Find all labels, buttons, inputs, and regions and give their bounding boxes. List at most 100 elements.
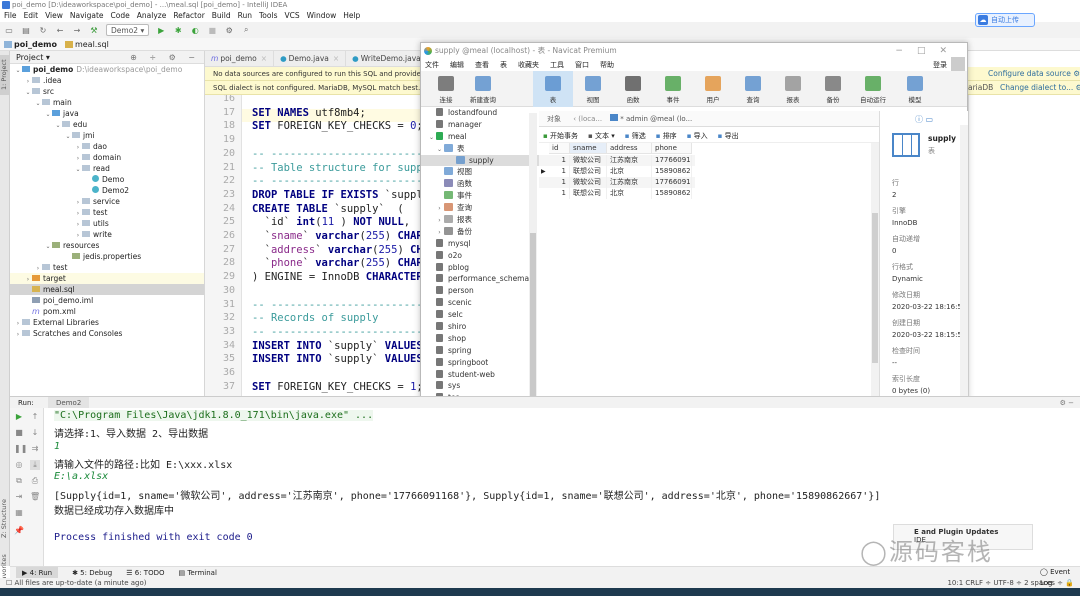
- bottom-tab-todo[interactable]: ☰ 6: TODO: [126, 567, 164, 578]
- menu-navigate[interactable]: Navigate: [70, 10, 104, 22]
- navicat-menu-item[interactable]: 文件: [425, 59, 439, 71]
- grid-scrollbar-thumb[interactable]: [872, 213, 878, 363]
- navicat-menu-item[interactable]: 工具: [550, 59, 564, 71]
- text-button[interactable]: ▪ 文本 ▾: [588, 129, 615, 142]
- project-tree-item[interactable]: › test: [10, 262, 204, 273]
- connection-tree-item[interactable]: scenic: [421, 297, 539, 309]
- project-tree-item[interactable]: › External Libraries: [10, 317, 204, 328]
- connection-tree-item[interactable]: mysql: [421, 238, 539, 250]
- connection-tree-item[interactable]: performance_schema: [421, 273, 539, 285]
- project-tree-item[interactable]: › write: [10, 229, 204, 240]
- column-header-id[interactable]: id: [549, 143, 570, 154]
- table-cell[interactable]: 微软公司: [570, 177, 607, 188]
- connection-tree-item[interactable]: 事件: [421, 190, 539, 202]
- info-tab-icons[interactable]: ⓘ ▭: [880, 114, 968, 125]
- project-tree-item[interactable]: › domain: [10, 152, 204, 163]
- project-tool-tab[interactable]: 1: Project: [0, 55, 10, 95]
- menu-file[interactable]: File: [4, 10, 17, 22]
- down-arrow-icon[interactable]: ↓: [30, 428, 40, 438]
- run-icon[interactable]: ▶: [156, 25, 166, 35]
- toolbar-button-0[interactable]: 连接: [426, 71, 466, 107]
- menu-window[interactable]: Window: [307, 10, 337, 22]
- connection-tree-item[interactable]: ⌄ meal: [421, 131, 539, 143]
- data-grid[interactable]: id sname address phone 1 微软公司 江苏南京 177660911 ▶ 1 联…: [539, 143, 879, 405]
- connection-tree-item[interactable]: selc: [421, 309, 539, 321]
- forward-icon[interactable]: →: [72, 25, 82, 35]
- connection-tree-item[interactable]: sys: [421, 380, 539, 392]
- bottom-tab-terminal[interactable]: ▤ Terminal: [178, 567, 216, 578]
- project-tree-item[interactable]: ⌄ edu: [10, 119, 204, 130]
- change-dialect-link[interactable]: Change dialect to... ⚙: [1000, 81, 1080, 95]
- table-cell[interactable]: 177660911: [652, 177, 692, 188]
- toolbar-button-9[interactable]: 备份: [813, 71, 853, 107]
- project-tree-item[interactable]: ⌄ src: [10, 86, 204, 97]
- project-tree-item[interactable]: › target: [10, 273, 204, 284]
- project-header-icons[interactable]: ⊕ ÷ ⚙ −: [130, 51, 200, 64]
- login-link[interactable]: 登录: [933, 59, 947, 71]
- toolbar-button-11[interactable]: 模型: [895, 71, 935, 107]
- project-tree-item[interactable]: › utils: [10, 218, 204, 229]
- tab-admin-query[interactable]: * admin @meal (lo...: [610, 114, 692, 123]
- menu-edit[interactable]: Edit: [24, 10, 39, 22]
- project-structure-icon[interactable]: ⚙: [224, 25, 234, 35]
- menu-vcs[interactable]: VCS: [284, 10, 299, 22]
- connection-tree-item[interactable]: › 报表: [421, 214, 539, 226]
- camera-icon[interactable]: ◎: [14, 460, 24, 470]
- sort-button[interactable]: ▪ 排序: [656, 129, 677, 142]
- open-folder-icon[interactable]: ▭: [4, 25, 14, 35]
- tab-localhost[interactable]: ‹ (loca...: [573, 115, 602, 123]
- project-tree-item[interactable]: › dao: [10, 141, 204, 152]
- table-cell[interactable]: 1: [549, 177, 570, 188]
- info-scrollbar[interactable]: [960, 125, 968, 411]
- breadcrumb-file[interactable]: meal.sql: [64, 38, 109, 50]
- soft-wrap-icon[interactable]: ⇉: [30, 444, 40, 454]
- toolbar-button-2[interactable]: 表: [533, 71, 573, 107]
- connection-tree-item[interactable]: ⌄ 表: [421, 143, 539, 155]
- connection-tree-item[interactable]: › 备份: [421, 226, 539, 238]
- project-tree-item[interactable]: › Scratches and Consoles: [10, 328, 204, 339]
- navicat-menu-item[interactable]: 帮助: [600, 59, 614, 71]
- connection-tree-item[interactable]: person: [421, 285, 539, 297]
- exit-icon[interactable]: ⇥: [14, 492, 24, 502]
- editor-tab[interactable]: m poi_demo ×: [205, 51, 275, 66]
- project-tree-item[interactable]: ⌄ poi_demo D:\ideaworkspace\poi_demo: [10, 64, 204, 75]
- import-button[interactable]: ▪ 导入: [687, 129, 708, 142]
- navicat-menu-item[interactable]: 表: [500, 59, 507, 71]
- table-cell[interactable]: 江苏南京: [607, 177, 652, 188]
- navicat-menu-item[interactable]: 窗口: [575, 59, 589, 71]
- menu-analyze[interactable]: Analyze: [137, 10, 167, 22]
- restore-icon[interactable]: ⧉: [14, 476, 24, 486]
- toolbar-button-1[interactable]: 新建查询: [463, 71, 503, 107]
- stop-icon[interactable]: ■: [14, 428, 24, 438]
- bottom-tab-debug[interactable]: ✱ 5: Debug: [72, 567, 112, 578]
- connection-tree-item[interactable]: springboot: [421, 357, 539, 369]
- connection-tree-item[interactable]: student-web: [421, 369, 539, 381]
- table-cell[interactable]: 1: [549, 155, 570, 166]
- connection-tree-item[interactable]: 函数: [421, 178, 539, 190]
- table-cell[interactable]: 1: [549, 166, 570, 177]
- print-icon[interactable]: ⎙: [30, 476, 40, 486]
- table-cell[interactable]: 北京: [607, 166, 652, 177]
- project-tree-item[interactable]: poi_demo.iml: [10, 295, 204, 306]
- connection-tree-item[interactable]: pblog: [421, 262, 539, 274]
- project-tree-item[interactable]: Demo: [10, 174, 204, 185]
- save-icon[interactable]: ▤: [21, 25, 31, 35]
- stop-icon[interactable]: ■: [207, 25, 217, 35]
- chevron-right-icon[interactable]: ›: [14, 329, 22, 340]
- connection-tree-item[interactable]: spring: [421, 345, 539, 357]
- export-button[interactable]: ▪ 导出: [718, 129, 739, 142]
- back-icon[interactable]: ←: [55, 25, 65, 35]
- table-cell[interactable]: 158908626: [652, 166, 692, 177]
- rerun-icon[interactable]: ▶: [14, 412, 24, 422]
- toolbar-button-7[interactable]: 查询: [733, 71, 773, 107]
- toolbar-button-5[interactable]: 事件: [653, 71, 693, 107]
- project-tree-item[interactable]: meal.sql: [10, 284, 204, 295]
- close-icon[interactable]: ×: [333, 54, 339, 63]
- toolbar-button-4[interactable]: 函数: [613, 71, 653, 107]
- project-tree-item[interactable]: ⌄ main: [10, 97, 204, 108]
- sync-icon[interactable]: ↻: [38, 25, 48, 35]
- project-tree-item[interactable]: › test: [10, 207, 204, 218]
- project-tree-item[interactable]: ⌄ resources: [10, 240, 204, 251]
- configure-data-source-link[interactable]: Configure data source ⚙: [988, 67, 1080, 81]
- table-cell[interactable]: 177660911: [652, 155, 692, 166]
